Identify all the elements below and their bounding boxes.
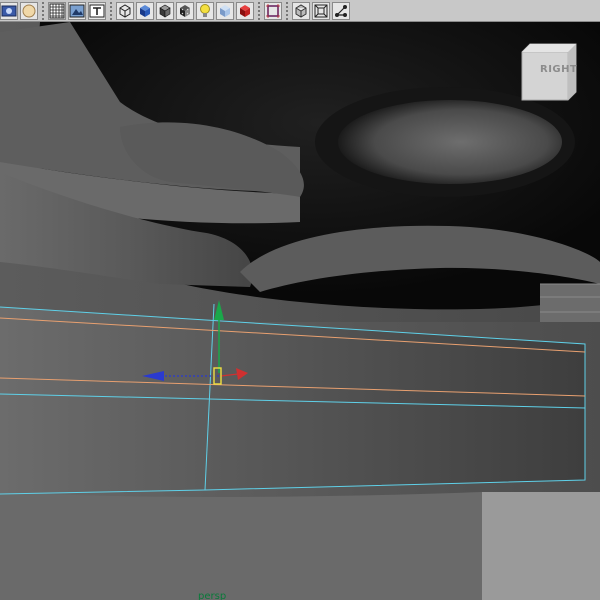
- ambient-occlusion-icon: [240, 4, 250, 17]
- use-all-lights-button[interactable]: [196, 1, 214, 20]
- xray-components-icon: [335, 4, 347, 17]
- resolution-gate-icon: [69, 4, 85, 17]
- eye-socket-inner: [338, 100, 562, 184]
- resolution-gate-button[interactable]: [68, 1, 86, 20]
- lower-body-front: [0, 492, 482, 600]
- image-plane-button[interactable]: [20, 1, 38, 20]
- wireframe-button[interactable]: [116, 1, 134, 20]
- xray-button[interactable]: [292, 1, 310, 20]
- image-plane-icon: [22, 4, 36, 17]
- smooth-shade-button[interactable]: [136, 1, 154, 20]
- select-camera-button[interactable]: [0, 1, 18, 20]
- select-camera-icon: [1, 5, 17, 16]
- background-wall-geometry: [482, 492, 600, 600]
- toolbar-separator: [286, 1, 288, 20]
- toolbar-separator: [42, 1, 44, 20]
- view-cube-face-label[interactable]: RIGHT: [540, 64, 577, 75]
- xray-joints-icon: [314, 4, 328, 17]
- maya-viewport-panel: RIGHT persp: [0, 0, 600, 600]
- scene-render: [0, 22, 600, 600]
- field-chart-icon: [89, 4, 105, 17]
- use-all-lights-icon: [200, 3, 210, 17]
- wireframe-icon: [119, 3, 131, 18]
- textured-icon: [180, 4, 190, 17]
- camera-name-label: persp: [198, 591, 227, 600]
- shadows-button[interactable]: [216, 1, 234, 20]
- xray-joints-button[interactable]: [312, 1, 330, 20]
- xray-components-button[interactable]: [332, 1, 350, 20]
- shaded-wireframe-icon: [159, 4, 171, 18]
- grid-icon: [49, 3, 65, 18]
- 3d-viewport[interactable]: RIGHT persp: [0, 22, 600, 600]
- isolate-select-button[interactable]: [264, 1, 282, 20]
- field-chart-button[interactable]: [88, 1, 106, 20]
- view-cube[interactable]: RIGHT: [518, 42, 580, 102]
- textured-button[interactable]: [176, 1, 194, 20]
- panel-toolbar: [0, 0, 600, 22]
- toolbar-separator: [110, 1, 112, 20]
- shaded-wireframe-button[interactable]: [156, 1, 174, 20]
- shadows-icon: [220, 4, 230, 17]
- toolbar-separator: [258, 1, 260, 20]
- ambient-occlusion-button[interactable]: [236, 1, 254, 20]
- xray-icon: [295, 3, 307, 18]
- smooth-shade-icon: [140, 4, 150, 17]
- grid-button[interactable]: [48, 1, 66, 20]
- isolate-select-icon: [266, 3, 280, 18]
